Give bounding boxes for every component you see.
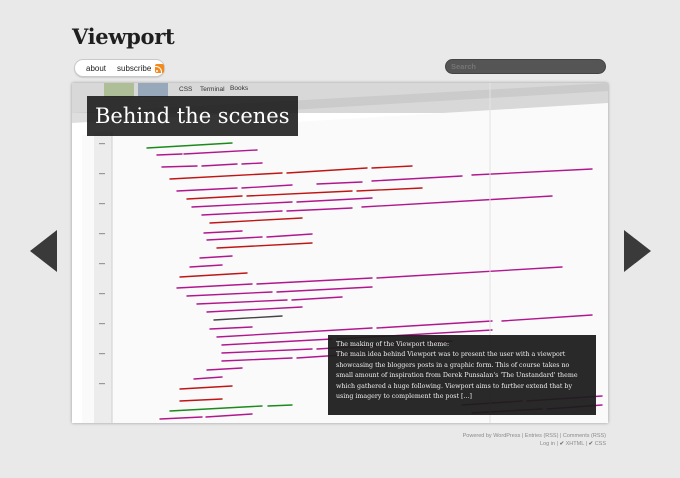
nav-subscribe-link[interactable]: subscribe <box>117 64 151 73</box>
top-nav: about subscribe <box>74 59 165 77</box>
slide-caption: The making of the Viewport theme: The ma… <box>328 335 596 415</box>
footer-xhtml[interactable]: XHTML <box>566 441 584 447</box>
footer-links[interactable]: Powered by WordPress | Entries (RSS) | C… <box>463 433 606 439</box>
screenshot-tab-terminal: Terminal <box>200 86 225 93</box>
check-icon: ✔ <box>559 441 565 447</box>
arrow-right-icon[interactable] <box>624 230 651 272</box>
search-input[interactable] <box>445 59 606 74</box>
caption-title[interactable]: The making of the Viewport theme: <box>336 340 588 350</box>
screenshot-tab-css: CSS <box>179 86 193 93</box>
footer-login[interactable]: Log in | <box>540 441 558 447</box>
footer-css[interactable]: CSS <box>595 441 606 447</box>
slide-title[interactable]: Behind the scenes <box>87 96 298 136</box>
nav-about-link[interactable]: about <box>86 64 106 73</box>
featured-slider[interactable]: CSS Terminal Books Behind the scenes The… <box>72 83 608 423</box>
screenshot-tab-books: Books <box>230 85 249 92</box>
rss-icon[interactable] <box>155 63 164 73</box>
caption-body: The main idea behind Viewport was to pre… <box>336 351 578 401</box>
arrow-left-icon[interactable] <box>30 230 57 272</box>
check-icon: ✔ <box>588 441 594 447</box>
footer: Powered by WordPress | Entries (RSS) | C… <box>462 433 606 447</box>
site-title[interactable]: Viewport <box>72 24 175 49</box>
